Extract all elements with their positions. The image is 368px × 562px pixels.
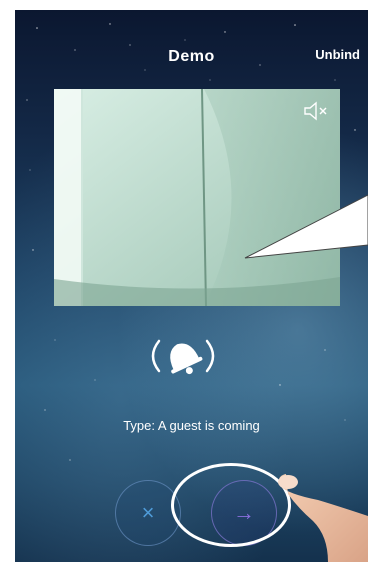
bell-icon — [151, 339, 215, 375]
speaker-muted-icon[interactable] — [302, 101, 330, 121]
alert-type-text: Type: A guest is coming — [123, 418, 260, 433]
unbind-button[interactable]: Unbind — [315, 47, 360, 62]
close-icon: × — [141, 500, 155, 525]
pointing-finger-image — [278, 474, 368, 562]
camera-video-feed[interactable] — [54, 89, 340, 306]
camera-scene — [54, 89, 340, 306]
decline-button[interactable]: × — [115, 480, 181, 546]
